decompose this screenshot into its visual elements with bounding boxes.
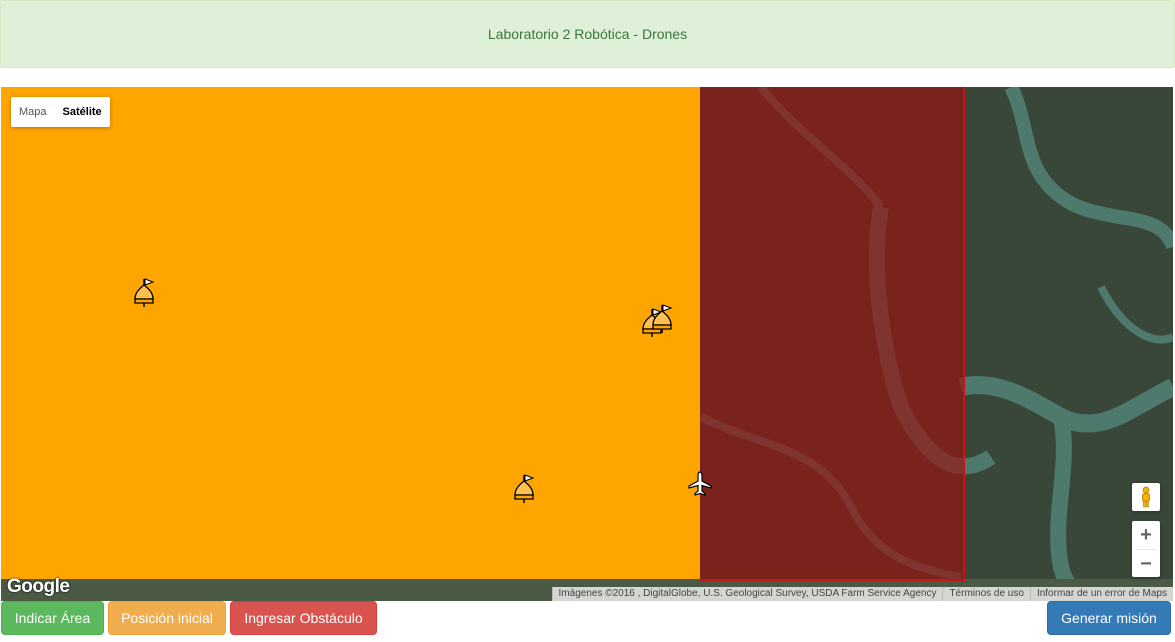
map-type-map-button[interactable]: Mapa: [11, 97, 55, 127]
map-type-control: Mapa Satélite: [11, 97, 110, 127]
google-logo[interactable]: Google: [7, 576, 70, 598]
zoom-control: + −: [1132, 521, 1160, 577]
map-type-satellite-button[interactable]: Satélite: [55, 97, 110, 127]
page-header: Laboratorio 2 Robótica - Drones: [0, 0, 1175, 68]
generate-mission-button[interactable]: Generar misión: [1047, 601, 1171, 635]
drone-plane-icon[interactable]: [687, 471, 713, 497]
terms-link[interactable]: Términos de uso: [942, 587, 1030, 601]
report-error-link[interactable]: Informar de un error de Maps: [1029, 587, 1173, 601]
zoom-out-button[interactable]: −: [1132, 550, 1160, 578]
page-title: Laboratorio 2 Robótica - Drones: [487, 26, 688, 42]
initial-position-button[interactable]: Posición inicial: [108, 601, 226, 635]
waypoint-flag-icon[interactable]: [131, 277, 157, 311]
map-attribution: Imágenes ©2016 , DigitalGlobe, U.S. Geol…: [551, 587, 1173, 601]
waypoint-flag-icon[interactable]: [511, 473, 537, 507]
zoom-in-button[interactable]: +: [1132, 521, 1160, 549]
mission-area-polygon[interactable]: [1, 87, 700, 579]
waypoint-flag-icon[interactable]: [649, 303, 675, 337]
add-obstacle-button[interactable]: Ingresar Obstáculo: [230, 601, 377, 635]
imagery-credit: Imágenes ©2016 , DigitalGlobe, U.S. Geol…: [551, 587, 943, 601]
indicate-area-button[interactable]: Indicar Área: [1, 601, 104, 635]
street-view-pegman-icon[interactable]: [1132, 483, 1160, 511]
map-canvas[interactable]: Mapa Satélite + − Google Imágenes ©2016 …: [1, 87, 1173, 601]
obstacle-polygon[interactable]: [700, 87, 965, 581]
